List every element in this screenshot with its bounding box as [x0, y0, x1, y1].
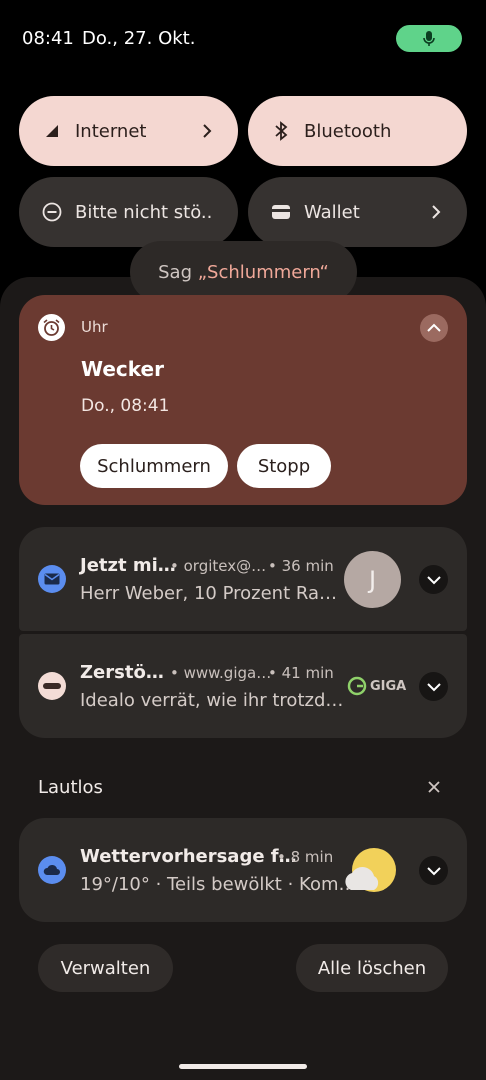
- microphone-indicator[interactable]: [396, 25, 462, 52]
- stop-button[interactable]: Stopp: [237, 444, 331, 488]
- clear-all-button[interactable]: Alle löschen: [296, 944, 448, 992]
- chevron-right-icon: [196, 120, 218, 142]
- notification-source: • www.giga…: [170, 664, 272, 682]
- tile-bluetooth-label: Bluetooth: [304, 120, 392, 142]
- notification-age: • 41 min: [268, 664, 334, 682]
- alarm-time: Do., 08:41: [81, 396, 170, 416]
- collapse-button[interactable]: [420, 314, 448, 342]
- expand-button[interactable]: [419, 565, 448, 594]
- tile-bluetooth[interactable]: Bluetooth: [248, 96, 467, 166]
- giga-logo-text: GIGA: [370, 678, 407, 694]
- alarm-title: Wecker: [81, 357, 164, 381]
- chevron-down-icon: [426, 682, 441, 691]
- alarm-app-name: Uhr: [81, 318, 108, 336]
- chevron-down-icon: [426, 575, 441, 584]
- notification-source: • orgitex@…: [170, 557, 267, 575]
- wallet-icon: [270, 201, 292, 223]
- home-indicator[interactable]: [179, 1064, 307, 1069]
- status-bar: 08:41 Do., 27. Okt.: [0, 0, 486, 80]
- partly-cloudy-icon: [345, 844, 399, 896]
- alarm-notification[interactable]: Uhr Wecker Do., 08:41 Schlummern Stopp: [19, 295, 467, 505]
- voice-hint-bubble: Sag „Schlummern“: [130, 241, 357, 303]
- expand-button[interactable]: [419, 672, 448, 701]
- do-not-disturb-icon: [41, 201, 63, 223]
- notification-body: Idealo verrät, wie ihr trotzd…: [80, 690, 344, 711]
- email-notification[interactable]: Jetzt mi… • orgitex@… • 36 min Herr Webe…: [19, 527, 467, 631]
- alarm-clock-icon: [38, 314, 65, 341]
- notification-title: Jetzt mi…: [80, 555, 176, 576]
- notification-title: Zerstö…: [80, 662, 164, 683]
- snooze-button[interactable]: Schlummern: [80, 444, 228, 488]
- chevron-up-icon: [427, 323, 441, 332]
- mail-icon: [38, 565, 66, 593]
- notification-body: Herr Weber, 10 Prozent Ra…: [80, 583, 338, 604]
- chevron-right-icon: [425, 201, 447, 223]
- giga-logo-mark-icon: [347, 676, 367, 696]
- tile-dnd-label: Bitte nicht stö..: [75, 201, 213, 223]
- tile-do-not-disturb[interactable]: Bitte nicht stö..: [19, 177, 238, 247]
- giga-logo: GIGA: [347, 675, 406, 697]
- microphone-icon: [423, 30, 435, 46]
- avatar: J: [344, 551, 401, 608]
- weather-notification[interactable]: Wettervorhersage f… • 8 min 19°/10° · Te…: [19, 818, 467, 922]
- cloud-icon: [38, 856, 66, 884]
- giga-icon: [38, 672, 66, 700]
- expand-button[interactable]: [419, 856, 448, 885]
- giga-notification[interactable]: Zerstö… • www.giga… • 41 min Idealo verr…: [19, 634, 467, 738]
- notification-age: • 36 min: [268, 557, 334, 575]
- tile-wallet-label: Wallet: [304, 201, 360, 223]
- signal-icon: [41, 120, 63, 142]
- close-icon[interactable]: [424, 777, 444, 797]
- silent-section-label: Lautlos: [38, 777, 103, 798]
- notification-body: 19°/10° · Teils bewölkt · Kom…: [80, 874, 357, 895]
- tile-internet[interactable]: Internet: [19, 96, 238, 166]
- chevron-down-icon: [426, 866, 441, 875]
- hint-prefix: Sag: [158, 261, 198, 283]
- status-date: Do., 27. Okt.: [82, 28, 196, 49]
- status-time: 08:41: [22, 28, 74, 49]
- notification-title: Wettervorhersage f…: [80, 846, 297, 867]
- manage-button[interactable]: Verwalten: [38, 944, 173, 992]
- tile-wallet[interactable]: Wallet: [248, 177, 467, 247]
- hint-accent: „Schlummern“: [197, 261, 329, 283]
- tile-internet-label: Internet: [75, 120, 147, 142]
- bluetooth-icon: [270, 120, 292, 142]
- notification-age: • 8 min: [277, 848, 334, 866]
